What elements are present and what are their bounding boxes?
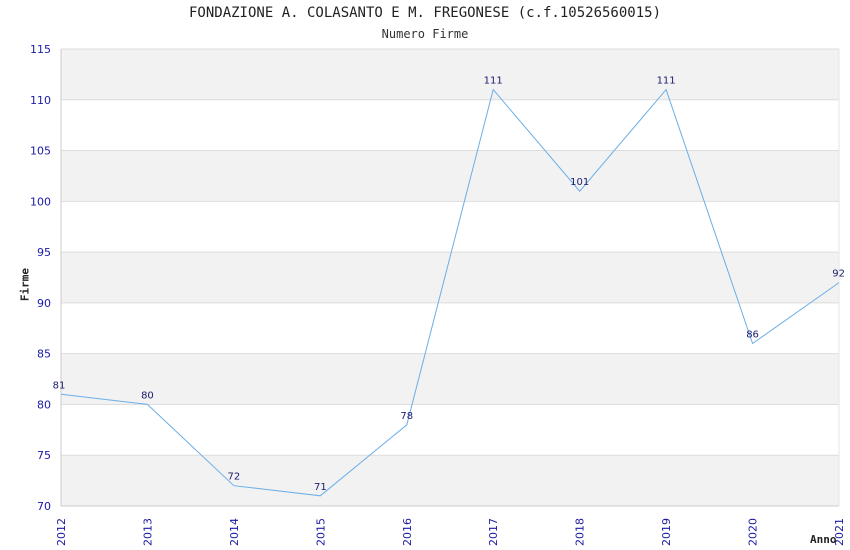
x-tick-label: 2012 [55, 518, 68, 546]
y-tick-label: 100 [30, 195, 51, 208]
x-tick-labels: 2012 2013 2014 2015 2016 2017 2018 2019 2020 2021 [55, 518, 846, 546]
y-tick-label: 80 [37, 398, 51, 411]
data-label: 111 [657, 76, 676, 87]
data-label: 111 [484, 76, 503, 87]
data-label: 80 [141, 390, 154, 401]
line-chart: 707580859095100105110115 2012 2013 2014 201… [30, 43, 846, 546]
y-tick-labels: 70 75 80 85 90 95 100 105 110 115 [30, 43, 51, 513]
data-label: 101 [570, 177, 589, 188]
y-tick-label: 90 [37, 297, 51, 310]
x-tick-label: 2020 [747, 518, 760, 546]
y-tick-label: 110 [30, 94, 51, 107]
data-label: 92 [832, 269, 845, 280]
grid-band [61, 150, 839, 202]
y-tick-label: 115 [30, 43, 51, 56]
x-tick-label: 2016 [401, 518, 414, 546]
grid-band [61, 49, 839, 100]
x-tick-label: 2013 [141, 518, 154, 546]
y-tick-label: 75 [37, 449, 51, 462]
data-label: 86 [746, 330, 759, 341]
grid-bands [61, 49, 839, 506]
x-tick-label: 2018 [574, 518, 587, 546]
grid-band [61, 455, 839, 506]
y-tick-label: 105 [30, 145, 51, 158]
y-tick-label: 95 [37, 246, 51, 259]
data-label: 78 [400, 411, 413, 422]
grid-band [61, 252, 839, 303]
x-tick-label: 2021 [833, 518, 846, 546]
x-tick-label: 2019 [660, 518, 673, 546]
x-tick-label: 2014 [228, 518, 241, 546]
y-tick-label: 70 [37, 500, 51, 513]
grid-band [61, 353, 839, 405]
data-label: 81 [53, 380, 66, 391]
data-label: 71 [314, 482, 327, 493]
y-tick-label: 85 [37, 348, 51, 361]
x-tick-label: 2015 [314, 518, 327, 546]
data-label: 72 [228, 472, 241, 483]
x-tick-label: 2017 [487, 518, 500, 546]
